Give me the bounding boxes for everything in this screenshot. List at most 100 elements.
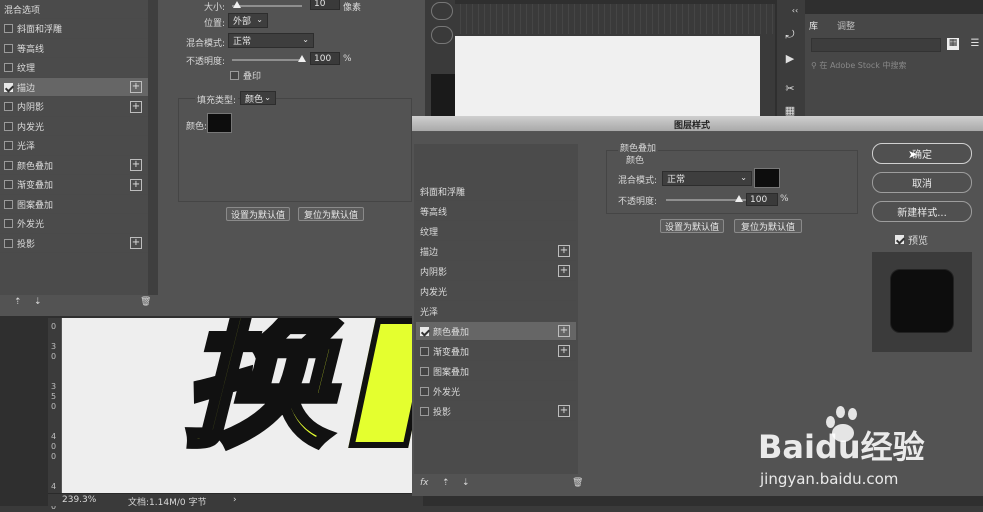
style-checkbox[interactable] — [420, 366, 429, 376]
style-checkbox[interactable] — [4, 199, 13, 209]
left-list-scroll[interactable] — [148, 0, 158, 295]
style-checkbox[interactable] — [4, 102, 13, 111]
style-list-item[interactable]: 光泽 — [416, 302, 576, 321]
style-list-item[interactable]: 投影 + — [0, 234, 148, 253]
chevron-right-icon[interactable]: › — [233, 495, 237, 505]
style-list-item[interactable]: 内阴影 + — [416, 262, 576, 281]
add-icon[interactable]: + — [558, 405, 570, 417]
overlay-color-swatch[interactable] — [754, 168, 780, 188]
style-list-item[interactable]: 颜色叠加 + — [0, 156, 148, 175]
tools-icon[interactable]: ✂ — [782, 82, 798, 95]
style-list-item[interactable]: 内发光 — [416, 282, 576, 301]
add-icon[interactable]: + — [130, 159, 142, 171]
style-list-item[interactable]: 外发光 — [0, 215, 148, 234]
opacity-slider-thumb[interactable] — [298, 55, 306, 62]
trash-icon[interactable]: 🗑 — [140, 297, 151, 307]
grid-view-icon[interactable]: ▦ — [947, 38, 959, 50]
tab-adjust[interactable]: 调整 — [837, 19, 855, 32]
trash-icon[interactable]: 🗑 — [572, 478, 583, 488]
zoom-level[interactable]: 239.3% — [62, 495, 96, 505]
style-list-item[interactable]: 外发光 — [416, 382, 576, 401]
dialog-title-bar[interactable]: 图层样式 — [412, 116, 983, 132]
style-list-item[interactable]: 投影 + — [416, 402, 576, 421]
add-icon[interactable]: + — [130, 237, 142, 249]
style-list-item[interactable]: 内阴影 + — [0, 98, 148, 117]
add-icon[interactable]: + — [558, 265, 570, 277]
fill-type-select[interactable]: 颜色 ⌄ — [240, 91, 276, 105]
add-icon[interactable]: + — [558, 325, 570, 337]
style-list-item[interactable]: 内发光 — [0, 117, 148, 136]
add-icon[interactable]: + — [130, 178, 142, 191]
preview-check[interactable] — [895, 235, 904, 244]
style-list-item[interactable]: 斜面和浮雕 — [416, 182, 576, 201]
blend-mode-select[interactable]: 正常 ⌄ — [662, 171, 752, 186]
list-view-icon[interactable]: ☰ — [967, 38, 983, 49]
style-checkbox[interactable] — [4, 238, 13, 248]
color-swatch[interactable] — [207, 113, 232, 133]
style-list-item[interactable]: 图案叠加 — [0, 195, 148, 214]
style-checkbox[interactable] — [420, 326, 429, 336]
style-checkbox[interactable] — [4, 160, 13, 170]
style-list-item[interactable]: 渐变叠加 + — [0, 176, 148, 195]
style-checkbox[interactable] — [420, 406, 429, 416]
opacity-input[interactable]: 100 — [746, 193, 778, 206]
overprint-check[interactable] — [230, 71, 239, 80]
style-checkbox[interactable] — [420, 386, 429, 396]
style-checkbox[interactable] — [4, 121, 13, 131]
arrow-down-icon[interactable]: ⇣ — [462, 478, 470, 488]
style-list-item[interactable]: 纹理 — [0, 59, 148, 78]
style-checkbox[interactable] — [4, 180, 13, 189]
style-list-item[interactable]: 描边 + — [0, 78, 148, 97]
ok-button[interactable]: 确定 — [872, 143, 972, 164]
style-list-item[interactable]: 描边 + — [416, 242, 576, 261]
arrow-up-icon[interactable]: ⇡ — [14, 297, 22, 307]
style-checkbox[interactable] — [420, 346, 429, 356]
style-checkbox[interactable] — [4, 82, 13, 92]
style-list-item[interactable]: 光泽 — [0, 137, 148, 156]
style-checkbox[interactable] — [4, 219, 13, 228]
overprint-checkbox[interactable]: 叠印 — [230, 69, 261, 82]
style-list-item[interactable]: 等高线 — [0, 39, 148, 58]
set-default-button[interactable]: 设置为默认值 — [660, 219, 724, 233]
add-icon[interactable]: + — [558, 245, 570, 257]
style-list-item[interactable]: 颜色叠加 + — [416, 322, 576, 341]
document-canvas[interactable]: 换 — [62, 318, 422, 493]
arrow-up-icon[interactable]: ⇡ — [442, 478, 450, 488]
stock-search-input[interactable]: ⚲ 在 Adobe Stock 中搜索 — [811, 60, 981, 74]
tab-library[interactable]: 库 — [809, 19, 818, 32]
history-icon[interactable]: ⤾ — [782, 28, 798, 42]
style-checkbox[interactable] — [4, 43, 13, 53]
size-slider-thumb[interactable] — [233, 1, 241, 8]
reset-default-button[interactable]: 复位为默认值 — [298, 207, 364, 221]
arrow-down-icon[interactable]: ⇣ — [34, 297, 42, 307]
style-list-item[interactable]: 等高线 — [416, 202, 576, 221]
set-default-button[interactable]: 设置为默认值 — [226, 207, 290, 221]
size-input[interactable]: 10 — [310, 0, 340, 10]
style-list-item[interactable]: 混合选项 — [0, 0, 148, 19]
style-list-item[interactable]: 斜面和浮雕 — [0, 20, 148, 39]
opacity-slider-track[interactable] — [666, 199, 746, 201]
reset-default-button[interactable]: 复位为默认值 — [734, 219, 802, 233]
preview-checkbox[interactable]: 预览 — [895, 232, 928, 247]
style-list-item[interactable]: 渐变叠加 + — [416, 342, 576, 361]
play-icon[interactable]: ▶ — [782, 52, 798, 65]
fx-icon[interactable]: fx — [420, 478, 429, 488]
add-icon[interactable]: + — [130, 100, 142, 113]
style-list-item[interactable]: 图案叠加 — [416, 362, 576, 381]
blend-mode-select[interactable]: 正常 ⌄ — [228, 33, 314, 48]
size-slider-track[interactable] — [232, 5, 302, 7]
new-style-button[interactable]: 新建样式... — [872, 201, 972, 222]
library-dropdown[interactable] — [811, 38, 941, 52]
collapse-icon[interactable]: ‹‹ — [787, 6, 803, 15]
style-checkbox[interactable] — [4, 24, 13, 33]
style-checkbox[interactable] — [4, 63, 13, 72]
opacity-slider-track[interactable] — [232, 59, 304, 61]
add-icon[interactable]: + — [558, 345, 570, 357]
style-list-item[interactable]: 纹理 — [416, 222, 576, 241]
opacity-slider-thumb[interactable] — [735, 195, 743, 202]
cancel-button[interactable]: 取消 — [872, 172, 972, 193]
position-select[interactable]: 外部 ⌄ — [228, 13, 268, 28]
opacity-input[interactable]: 100 — [310, 52, 340, 65]
add-icon[interactable]: + — [130, 81, 142, 93]
style-checkbox[interactable] — [4, 141, 13, 150]
